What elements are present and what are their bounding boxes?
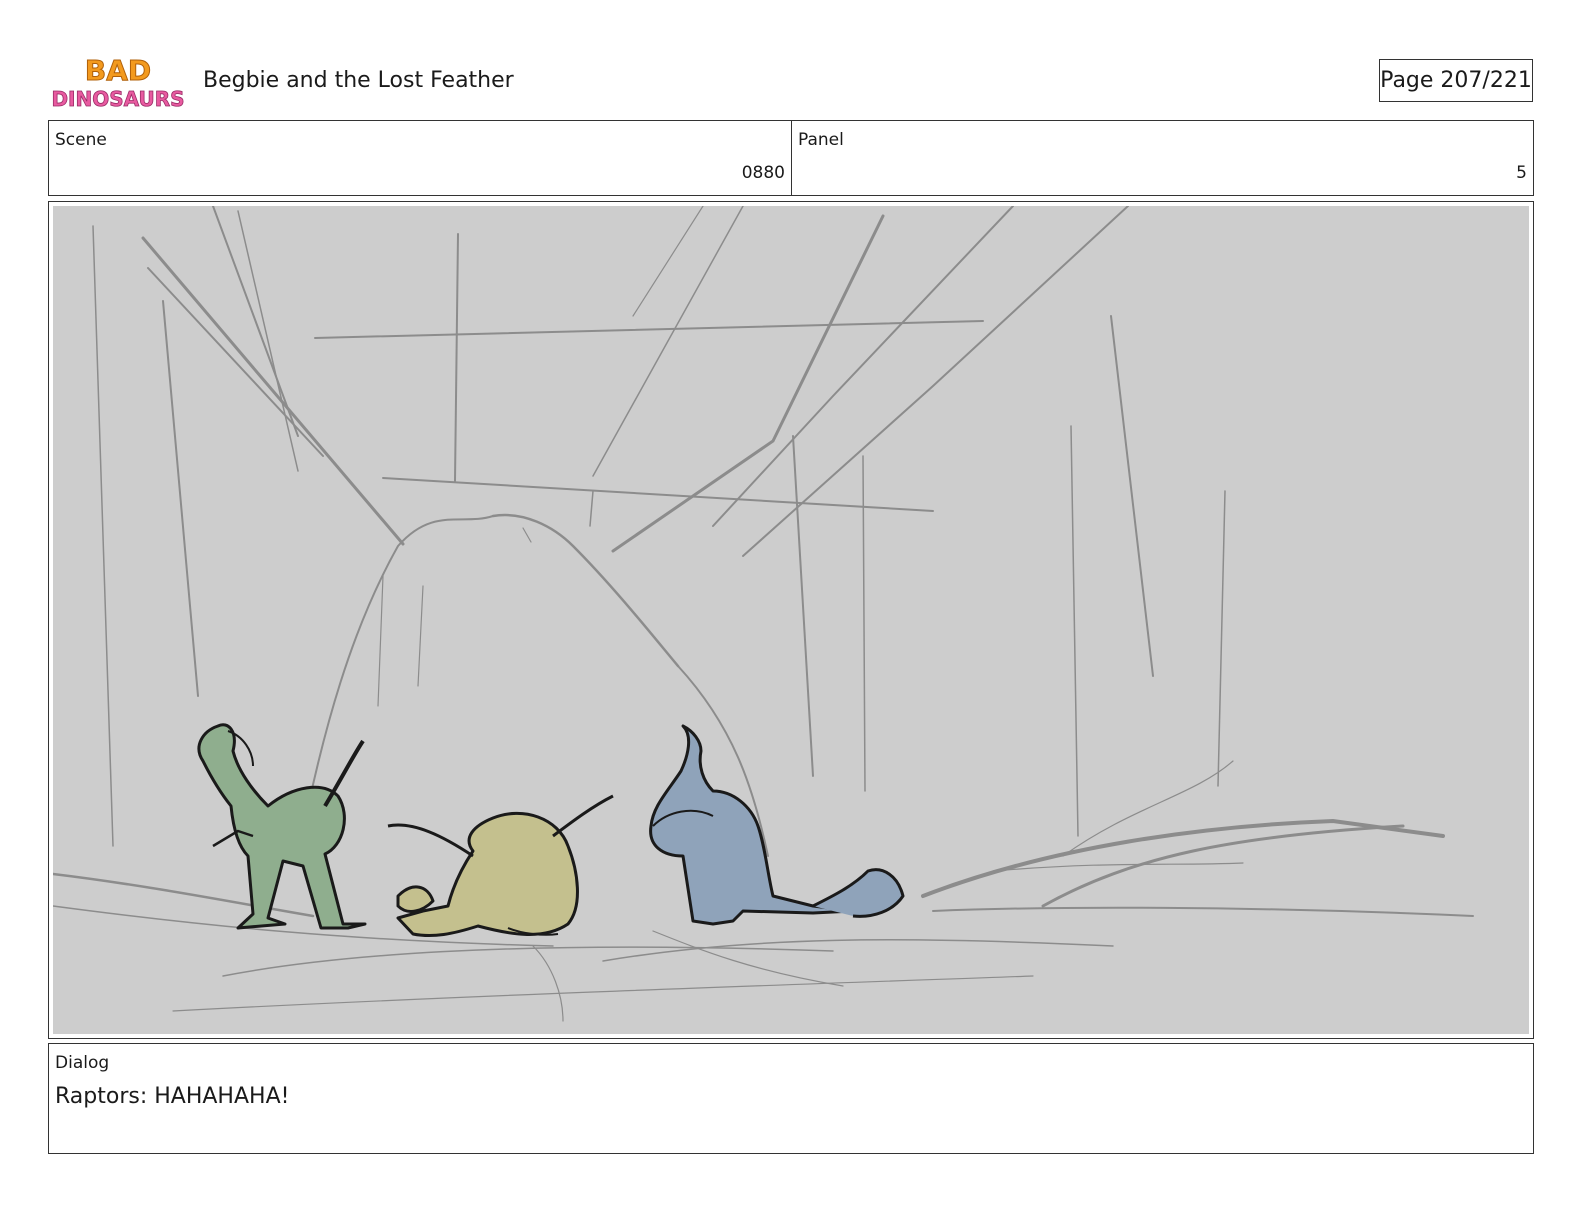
document-title: Begbie and the Lost Feather (203, 68, 514, 93)
storyboard-drawing (53, 206, 1529, 1034)
scene-number: 0880 (741, 163, 785, 183)
scene-label: Scene (55, 130, 107, 150)
panel-number: 5 (1516, 163, 1527, 183)
page-indicator: Page 207/221 (1379, 59, 1533, 102)
dialog-box: Dialog Raptors: HAHAHAHA! (48, 1043, 1534, 1154)
bad-dinosaurs-logo: BAD DINOSAURS (52, 52, 184, 112)
scene-box: Scene 0880 (48, 120, 792, 196)
panel-box: Panel 5 (791, 120, 1534, 196)
dialog-label: Dialog (55, 1053, 110, 1073)
logo-text-bottom: DINOSAURS (52, 87, 184, 111)
dialog-text: Raptors: HAHAHAHA! (55, 1084, 290, 1109)
logo-text-top: BAD (85, 54, 151, 87)
yellow-raptor (387, 794, 614, 938)
panel-label: Panel (798, 130, 844, 150)
sketch-illustration (53, 206, 1474, 1022)
storyboard-frame (48, 201, 1534, 1039)
green-raptor (197, 723, 367, 930)
